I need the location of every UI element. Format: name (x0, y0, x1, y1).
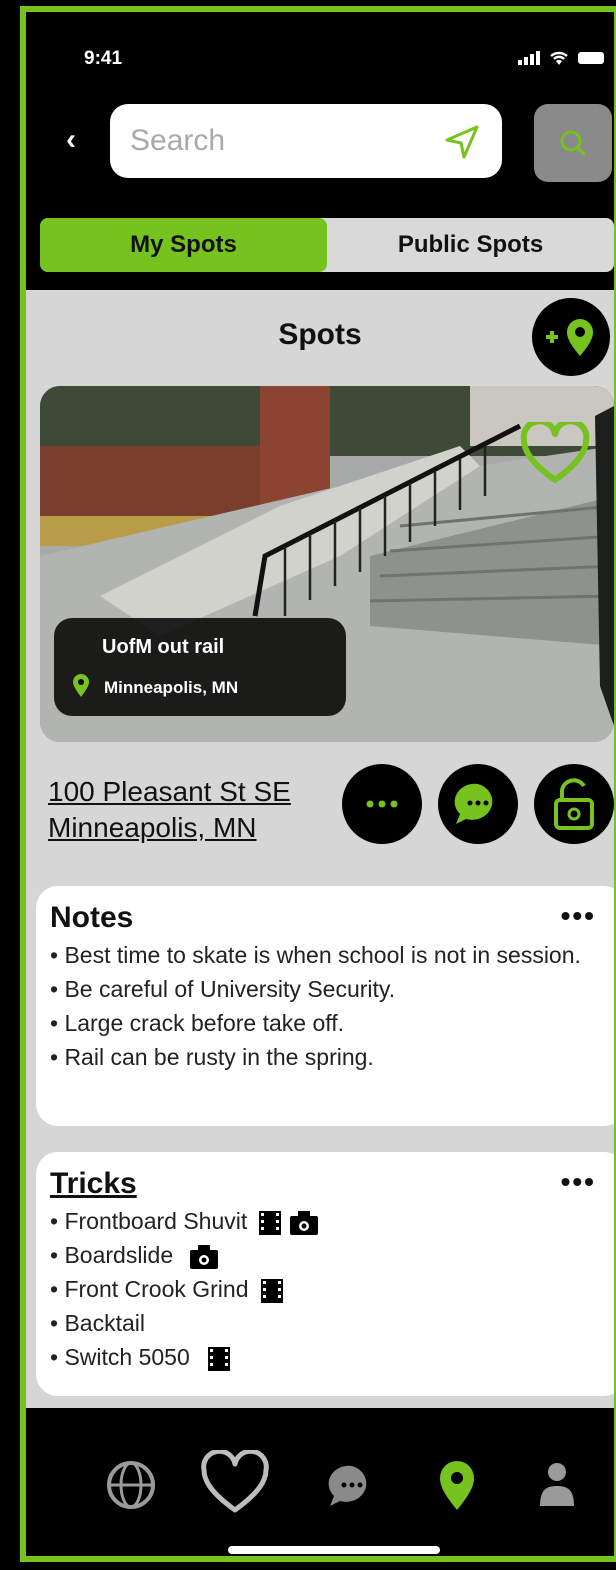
chat-bubble-icon (454, 783, 493, 824)
tricks-card: Tricks ••• • Frontboard Shuvit • Boardsl… (36, 1152, 614, 1396)
trick-item[interactable]: • Backtail (50, 1306, 612, 1340)
tricks-title[interactable]: Tricks (50, 1166, 612, 1202)
tab-explore[interactable] (96, 1450, 166, 1520)
search-icon (560, 130, 587, 157)
location-pin-icon (73, 674, 89, 697)
battery-icon (578, 52, 604, 64)
notes-more-button[interactable]: ••• (561, 900, 596, 932)
camera-icon[interactable] (189, 1244, 219, 1270)
send-location-icon[interactable] (444, 124, 480, 160)
search-bar[interactable] (110, 104, 502, 178)
tricks-more-button[interactable]: ••• (561, 1166, 596, 1198)
main-content: Spots UofM out rail Minneapolis, MN 100 … (26, 290, 614, 1408)
note-item: • Be careful of University Security. (50, 976, 396, 1002)
trick-label: • Switch 5050 (50, 1344, 190, 1370)
trick-item[interactable]: • Switch 5050 (50, 1340, 612, 1374)
trick-label: • Frontboard Shuvit (50, 1208, 248, 1234)
trick-label: • Backtail (50, 1310, 145, 1336)
spot-caption: UofM out rail Minneapolis, MN (54, 618, 346, 716)
spot-photo[interactable]: UofM out rail Minneapolis, MN (40, 386, 614, 742)
back-button[interactable]: ‹ (66, 120, 94, 160)
phone-frame: 9:41 ‹ My Spots Public Spots Spots (20, 6, 616, 1562)
spot-name: UofM out rail (102, 636, 225, 658)
more-options-button[interactable] (342, 764, 422, 844)
search-button[interactable] (534, 104, 612, 182)
camera-icon[interactable] (289, 1210, 319, 1236)
home-indicator[interactable] (228, 1546, 440, 1554)
signal-icon (518, 51, 540, 65)
bottom-tab-bar (26, 1408, 614, 1556)
tab-messages[interactable] (316, 1450, 386, 1520)
heart-icon (201, 1448, 269, 1513)
trick-label: • Boardslide (50, 1242, 174, 1268)
trick-item[interactable]: • Front Crook Grind (50, 1272, 612, 1306)
film-icon[interactable] (206, 1346, 232, 1372)
page-title: Spots (278, 318, 362, 351)
favorite-heart-icon[interactable] (520, 422, 590, 486)
status-time: 9:41 (84, 48, 123, 69)
tab-my-spots[interactable]: My Spots (40, 218, 327, 272)
spot-location: Minneapolis, MN (104, 678, 239, 697)
privacy-lock-button[interactable] (534, 764, 614, 844)
status-bar: 9:41 (26, 42, 614, 76)
notes-card: Notes ••• • Best time to skate is when s… (36, 886, 614, 1126)
notes-title: Notes (50, 901, 134, 934)
film-icon[interactable] (259, 1278, 285, 1304)
profile-icon (540, 1463, 574, 1506)
unlock-icon (554, 778, 594, 830)
search-input[interactable] (128, 118, 432, 164)
note-item: • Rail can be rusty in the spring. (50, 1044, 374, 1070)
tab-favorites[interactable] (200, 1448, 270, 1520)
comments-button[interactable] (438, 764, 518, 844)
trick-label: • Front Crook Grind (50, 1276, 249, 1302)
spots-toggle: My Spots Public Spots (40, 218, 614, 272)
note-item: • Large crack before take off. (50, 1010, 345, 1036)
map-pin-icon (440, 1461, 474, 1510)
tab-profile[interactable] (522, 1450, 592, 1520)
address-line-2: Minneapolis, MN (48, 812, 257, 843)
chat-icon (328, 1465, 367, 1506)
add-spot-button[interactable] (532, 298, 610, 376)
globe-icon (107, 1461, 155, 1509)
notes-list: • Best time to skate is when school is n… (50, 938, 612, 1074)
trick-item[interactable]: • Boardslide (50, 1238, 612, 1272)
wifi-icon (550, 51, 568, 65)
trick-item[interactable]: • Frontboard Shuvit (50, 1204, 612, 1238)
film-icon[interactable] (257, 1210, 283, 1236)
add-location-icon (546, 319, 593, 356)
note-item: • Best time to skate is when school is n… (50, 942, 581, 968)
tab-public-spots[interactable]: Public Spots (327, 218, 614, 272)
tricks-list: • Frontboard Shuvit • Boardslide • Front… (50, 1204, 612, 1374)
more-dots-icon (366, 800, 398, 808)
spot-address-link[interactable]: 100 Pleasant St SE Minneapolis, MN (48, 774, 291, 846)
address-line-1: 100 Pleasant St SE (48, 776, 291, 807)
tab-spots[interactable] (422, 1450, 492, 1520)
